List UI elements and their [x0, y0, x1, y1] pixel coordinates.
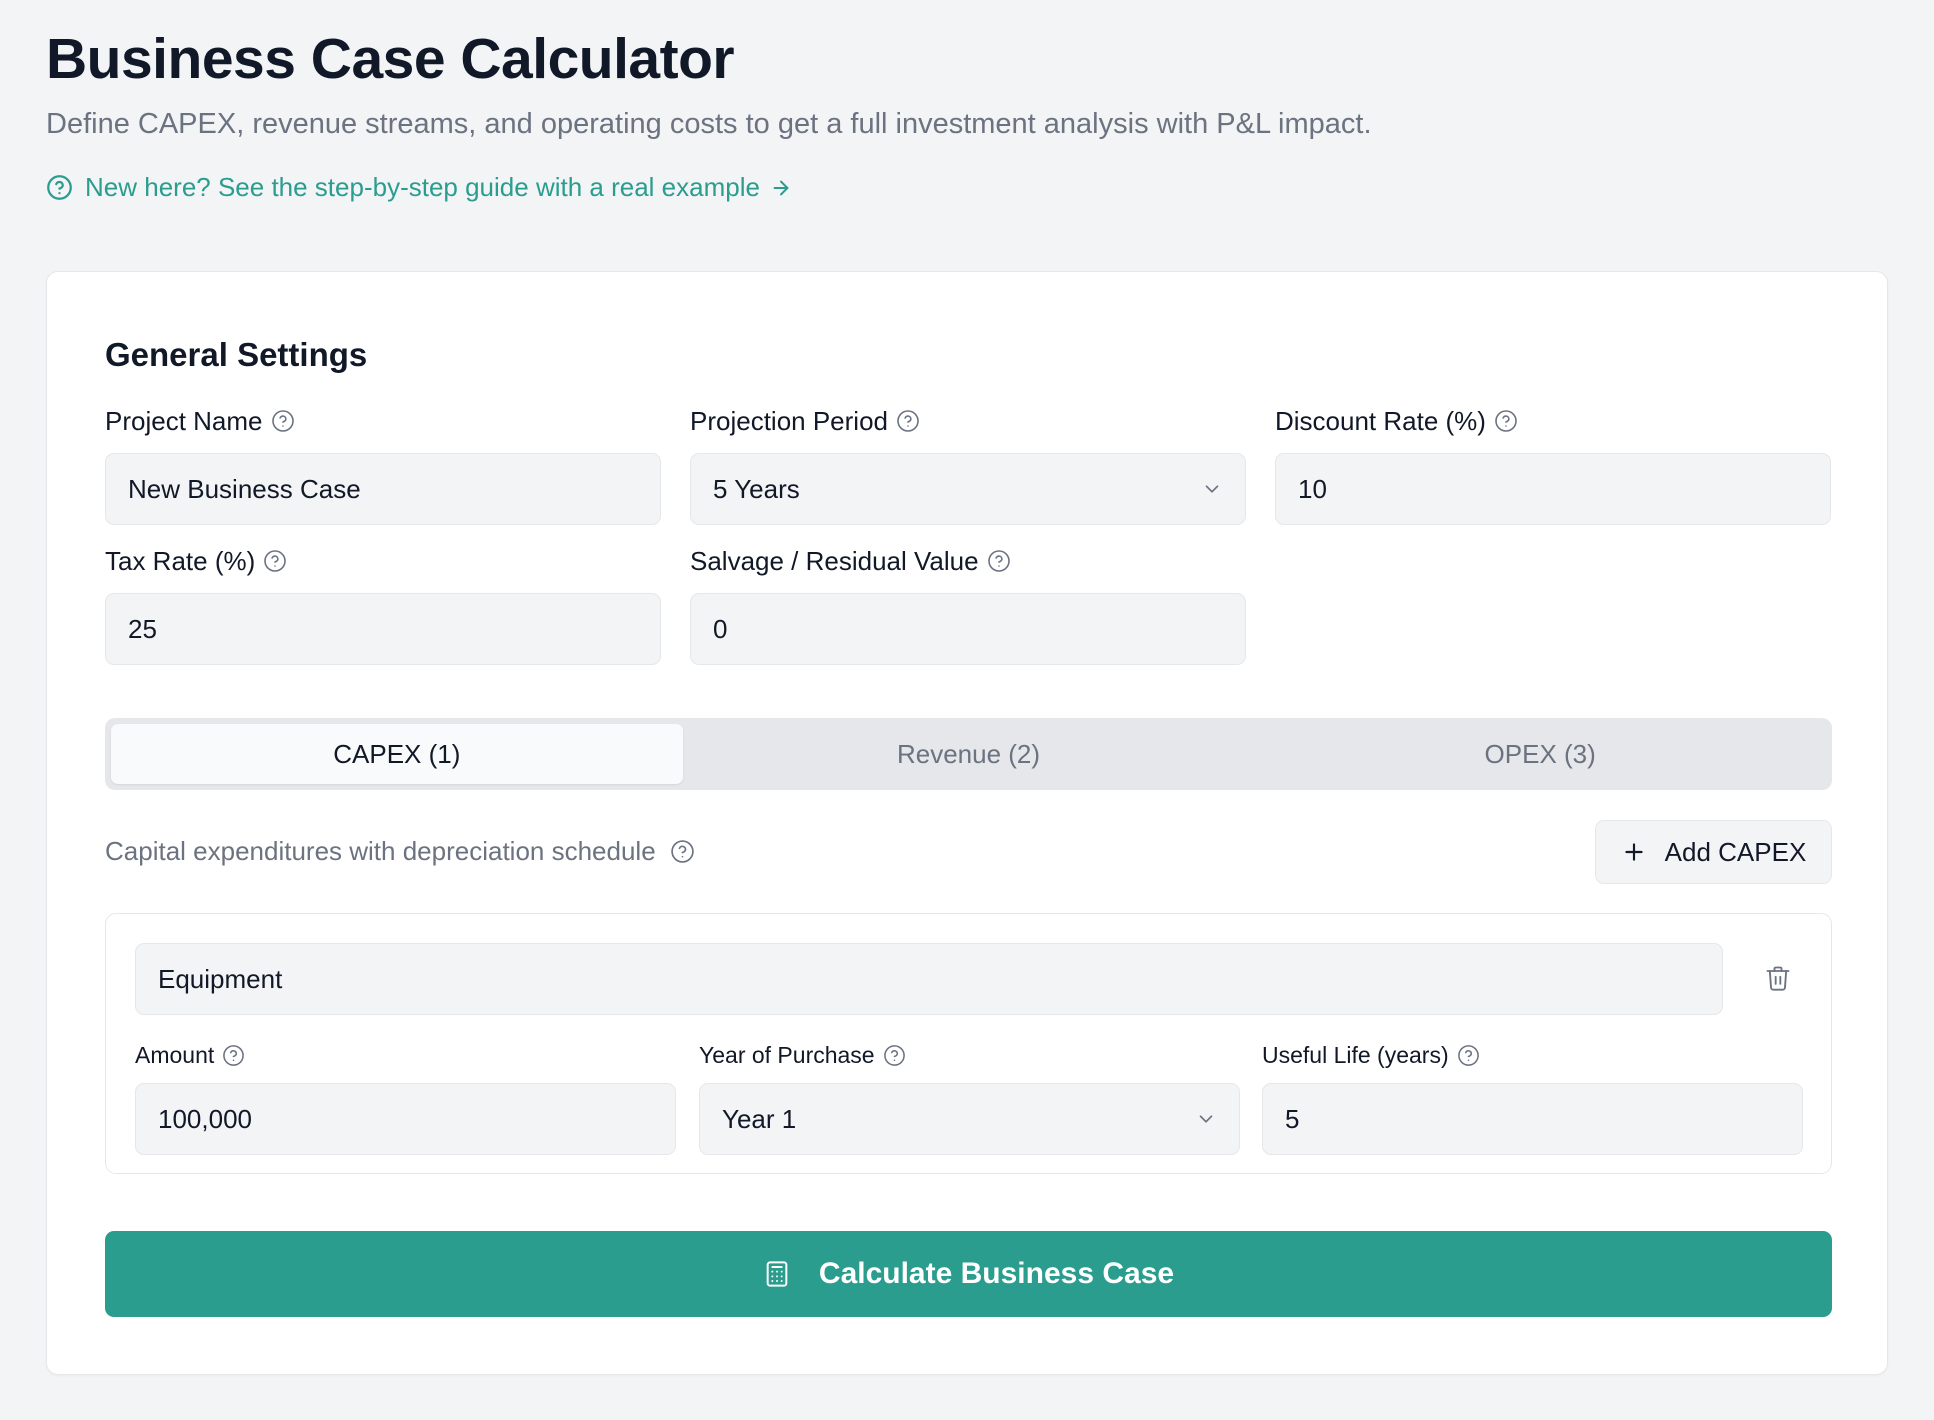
projection-period-select[interactable]: 5 Years	[690, 453, 1246, 525]
project-name-label: Project Name	[105, 405, 263, 436]
discount-rate-field: Discount Rate (%) 10	[1275, 404, 1831, 525]
help-circle-icon[interactable]	[222, 1044, 245, 1067]
arrow-right-icon	[770, 177, 792, 199]
amount-label: Amount	[135, 1041, 215, 1068]
chevron-down-icon	[1201, 478, 1223, 500]
section-tabs: CAPEX (1) Revenue (2) OPEX (3)	[105, 718, 1832, 790]
help-circle-icon[interactable]	[987, 549, 1011, 573]
tab-capex[interactable]: CAPEX (1)	[111, 724, 683, 784]
project-name-input[interactable]: New Business Case	[105, 453, 661, 525]
salvage-value-input[interactable]: 0	[690, 593, 1246, 665]
capex-item-name-input[interactable]: Equipment	[135, 943, 1723, 1015]
capex-description: Capital expenditures with depreciation s…	[105, 836, 695, 867]
page-subtitle: Define CAPEX, revenue streams, and opera…	[46, 108, 1372, 140]
chevron-down-icon	[1195, 1108, 1217, 1130]
projection-period-label: Projection Period	[690, 405, 888, 436]
salvage-value-label: Salvage / Residual Value	[690, 545, 979, 576]
help-circle-icon[interactable]	[271, 409, 295, 433]
add-capex-label: Add CAPEX	[1664, 836, 1807, 867]
tab-revenue[interactable]: Revenue (2)	[683, 724, 1255, 784]
guide-link-text: New here? See the step-by-step guide wit…	[85, 172, 760, 202]
tab-opex[interactable]: OPEX (3)	[1254, 724, 1826, 784]
help-circle-icon[interactable]	[896, 409, 920, 433]
year-of-purchase-field: Year of Purchase Year 1	[699, 1039, 1240, 1155]
year-of-purchase-value: Year 1	[722, 1103, 797, 1134]
guide-link[interactable]: New here? See the step-by-step guide wit…	[46, 172, 792, 203]
tax-rate-label: Tax Rate (%)	[105, 545, 256, 576]
projection-period-value: 5 Years	[713, 473, 800, 504]
add-capex-button[interactable]: Add CAPEX	[1595, 820, 1832, 884]
help-circle-icon[interactable]	[1494, 409, 1518, 433]
help-circle-icon	[46, 174, 73, 201]
capex-description-text: Capital expenditures with depreciation s…	[105, 836, 656, 866]
tax-rate-field: Tax Rate (%) 25	[105, 544, 661, 665]
useful-life-input[interactable]: 5	[1262, 1083, 1803, 1155]
calculator-icon	[763, 1260, 791, 1288]
help-circle-icon[interactable]	[1457, 1044, 1480, 1067]
plus-icon	[1621, 839, 1647, 865]
trash-icon[interactable]	[1764, 964, 1792, 992]
salvage-value-field: Salvage / Residual Value 0	[690, 544, 1246, 665]
capex-item: Equipment Amount 100,000 Year of Purchas…	[105, 913, 1832, 1174]
business-case-card: General Settings Project Name New Busine…	[46, 271, 1888, 1375]
discount-rate-input[interactable]: 10	[1275, 453, 1831, 525]
year-of-purchase-label: Year of Purchase	[699, 1041, 875, 1068]
help-circle-icon[interactable]	[670, 839, 695, 864]
help-circle-icon[interactable]	[263, 549, 287, 573]
useful-life-field: Useful Life (years) 5	[1262, 1039, 1803, 1155]
general-settings-title: General Settings	[105, 336, 368, 373]
amount-input[interactable]: 100,000	[135, 1083, 676, 1155]
project-name-field: Project Name New Business Case	[105, 404, 661, 525]
help-circle-icon[interactable]	[883, 1044, 906, 1067]
page-title: Business Case Calculator	[46, 27, 735, 91]
projection-period-field: Projection Period 5 Years	[690, 404, 1246, 525]
amount-field: Amount 100,000	[135, 1039, 676, 1155]
tax-rate-input[interactable]: 25	[105, 593, 661, 665]
discount-rate-label: Discount Rate (%)	[1275, 405, 1486, 436]
calculate-button-label: Calculate Business Case	[818, 1257, 1175, 1290]
useful-life-label: Useful Life (years)	[1262, 1041, 1449, 1068]
year-of-purchase-select[interactable]: Year 1	[699, 1083, 1240, 1155]
calculate-button[interactable]: Calculate Business Case	[105, 1231, 1832, 1317]
